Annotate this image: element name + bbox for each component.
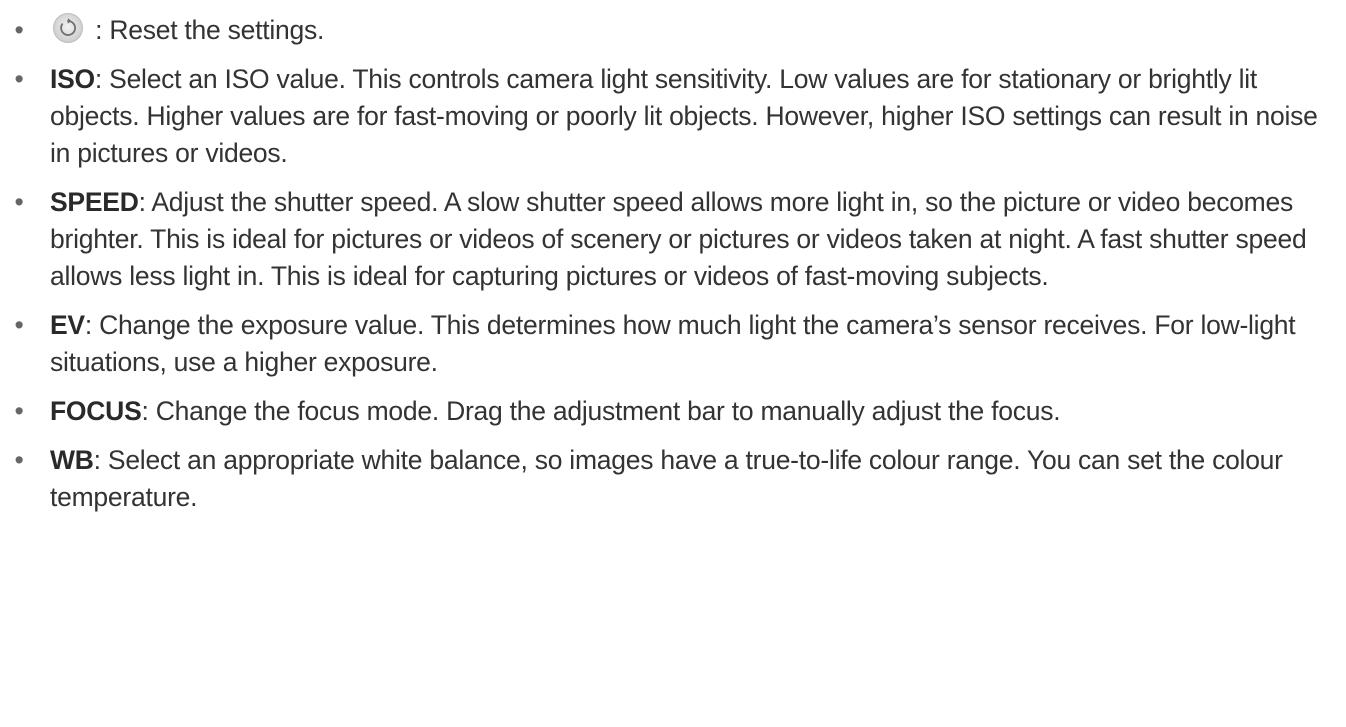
list-item-focus: • FOCUS: Change the focus mode. Drag the… bbox=[0, 393, 1346, 430]
list-item-iso: • ISO: Select an ISO value. This control… bbox=[0, 61, 1346, 172]
bullet: • bbox=[14, 15, 24, 45]
item-description: Change the focus mode. Drag the adjustme… bbox=[155, 396, 1061, 426]
list-item-speed: • SPEED: Adjust the shutter speed. A slo… bbox=[0, 184, 1346, 295]
bullet: • bbox=[14, 64, 24, 94]
list-item-wb: • WB: Select an appropriate white balanc… bbox=[0, 442, 1346, 516]
item-description: Select an ISO value. This controls camer… bbox=[50, 64, 1318, 168]
bullet: • bbox=[14, 396, 24, 426]
item-separator: : bbox=[94, 64, 110, 94]
item-description: Change the exposure value. This determin… bbox=[50, 310, 1296, 377]
manual-page: • : Reset the settings. • ISO: Select an… bbox=[0, 0, 1346, 727]
item-separator: : bbox=[138, 187, 152, 217]
item-separator: : bbox=[141, 396, 156, 426]
item-separator: : bbox=[93, 445, 108, 475]
item-term: EV bbox=[50, 310, 85, 340]
item-term: ISO bbox=[50, 64, 95, 94]
item-separator: : bbox=[88, 15, 110, 45]
item-term: SPEED bbox=[50, 187, 139, 217]
reset-icon bbox=[48, 12, 88, 44]
item-term: WB bbox=[50, 445, 94, 475]
bullet: • bbox=[14, 187, 24, 217]
settings-list: • : Reset the settings. • ISO: Select an… bbox=[0, 12, 1346, 516]
item-term: FOCUS bbox=[50, 396, 142, 426]
list-item-reset: • : Reset the settings. bbox=[0, 12, 1346, 49]
bullet: • bbox=[14, 445, 24, 475]
item-description: Select an appropriate white balance, so … bbox=[50, 445, 1283, 512]
item-description: Reset the settings. bbox=[109, 15, 325, 45]
item-description: Adjust the shutter speed. A slow shutter… bbox=[50, 187, 1307, 291]
item-separator: : bbox=[84, 310, 100, 340]
bullet: • bbox=[14, 310, 24, 340]
list-item-ev: • EV: Change the exposure value. This de… bbox=[0, 307, 1346, 381]
